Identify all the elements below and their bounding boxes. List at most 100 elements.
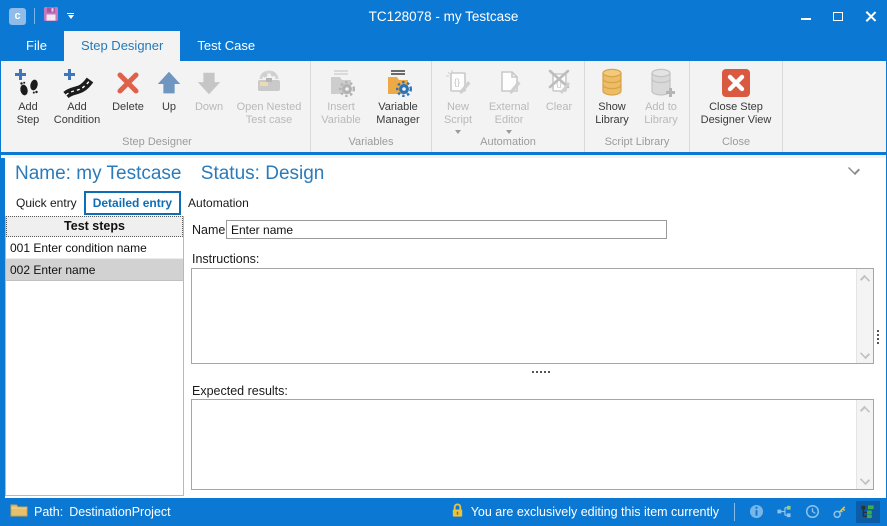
- ribbon-group-label: Script Library: [588, 135, 686, 152]
- add-condition-button[interactable]: Add Condition: [49, 62, 105, 135]
- external-editor-page-icon: [493, 65, 525, 101]
- show-library-button[interactable]: Show Library: [588, 62, 636, 135]
- name-label: Name:: [15, 163, 71, 184]
- down-button[interactable]: Down: [187, 62, 231, 135]
- application-window: c TC128078 - my Testcase File Step Desig…: [0, 0, 887, 526]
- maximize-icon[interactable]: [822, 1, 854, 31]
- status-label: Status:: [201, 163, 260, 184]
- ribbon-tab-bar: File Step Designer Test Case: [1, 31, 886, 61]
- ribbon-group-label: Automation: [435, 135, 581, 152]
- vertical-splitter-handle[interactable]: [874, 318, 882, 344]
- test-steps-panel: Test steps 001 Enter condition name 002 …: [5, 216, 184, 496]
- history-icon[interactable]: [800, 501, 824, 523]
- add-to-library-button[interactable]: Add to Library: [636, 62, 686, 135]
- insert-variable-button[interactable]: Insert Variable: [314, 62, 368, 135]
- ribbon-group-label: Close: [693, 135, 779, 152]
- quick-access-toolbar: c: [1, 6, 74, 27]
- edit-lock-message: You are exclusively editing this item cu…: [450, 502, 719, 521]
- scrollbar[interactable]: [856, 400, 873, 489]
- instructions-textarea[interactable]: [192, 269, 873, 363]
- tab-detailed-entry[interactable]: Detailed entry: [84, 191, 181, 215]
- scroll-up-icon[interactable]: [861, 274, 869, 282]
- expected-results-label: Expected results:: [192, 384, 288, 398]
- test-step-row[interactable]: 001 Enter condition name: [6, 237, 183, 259]
- chevron-down-icon[interactable]: [67, 13, 74, 20]
- ribbon-group-label: Step Designer: [7, 135, 307, 152]
- separator: [734, 503, 735, 521]
- window-title: TC128078 - my Testcase: [1, 9, 886, 24]
- clear-button[interactable]: {} Clear: [537, 62, 581, 135]
- arrow-up-icon: [154, 65, 184, 101]
- open-nested-testcase-button[interactable]: Open Nested Test case: [231, 62, 307, 135]
- step-name-input[interactable]: [226, 220, 667, 239]
- close-view-red-x-icon: [720, 65, 752, 101]
- hierarchy-icon[interactable]: [772, 501, 796, 523]
- insert-variable-folder-icon: [325, 65, 357, 101]
- name-value: my Testcase: [76, 163, 181, 184]
- dropdown-arrow-icon: [455, 130, 461, 134]
- window-controls: [790, 1, 886, 31]
- scroll-down-icon[interactable]: [861, 350, 869, 358]
- add-step-footprints-icon: [12, 65, 44, 101]
- delete-x-icon: [113, 65, 143, 101]
- ribbon: Add Step Add Condition: [1, 61, 886, 155]
- ribbon-group-script-library: Show Library Add to Library Script Libra…: [585, 61, 690, 152]
- add-to-library-database-icon: [645, 65, 677, 101]
- dropdown-arrow-icon: [506, 130, 512, 134]
- path-label: Path:: [34, 505, 63, 519]
- tab-test-case[interactable]: Test Case: [180, 31, 272, 61]
- app-icon[interactable]: c: [9, 8, 26, 25]
- ribbon-group-variables: Insert Variable Variable Manager: [311, 61, 432, 152]
- folder-icon: [10, 503, 28, 520]
- lock-message-text: You are exclusively editing this item cu…: [471, 505, 719, 519]
- test-step-row-selected[interactable]: 002 Enter name: [6, 259, 183, 281]
- close-icon[interactable]: [854, 1, 886, 31]
- tab-file[interactable]: File: [9, 31, 64, 61]
- add-step-button[interactable]: Add Step: [7, 62, 49, 135]
- close-step-designer-view-button[interactable]: Close Step Designer View: [693, 62, 779, 135]
- status-bar: Path: DestinationProject You are exclusi…: [1, 498, 886, 525]
- ribbon-group-close: Close Step Designer View Close: [690, 61, 783, 152]
- svg-text:{}: {}: [454, 77, 460, 87]
- expected-results-textbox: [191, 399, 874, 490]
- separator: [34, 8, 35, 24]
- add-condition-road-icon: [60, 65, 94, 101]
- save-floppy-icon[interactable]: [43, 6, 59, 27]
- status-value: Design: [265, 163, 324, 184]
- info-icon[interactable]: [744, 501, 768, 523]
- step-name-label: Name:: [192, 223, 229, 237]
- variable-manager-folder-gear-icon: [382, 65, 414, 101]
- open-nested-testcase-icon: [252, 65, 286, 101]
- title-bar: c TC128078 - my Testcase: [1, 1, 886, 31]
- delete-button[interactable]: Delete: [105, 62, 151, 135]
- path-section: Path: DestinationProject: [1, 503, 171, 520]
- step-designer-content: Name: my Testcase Status: Design Quick e…: [1, 158, 886, 498]
- instructions-textbox: [191, 268, 874, 364]
- expected-results-textarea[interactable]: [192, 400, 873, 489]
- scroll-up-icon[interactable]: [861, 405, 869, 413]
- status-right-section: You are exclusively editing this item cu…: [450, 498, 880, 525]
- scroll-down-icon[interactable]: [861, 476, 869, 484]
- scrollbar[interactable]: [856, 269, 873, 363]
- instructions-label: Instructions:: [192, 252, 259, 266]
- up-button[interactable]: Up: [151, 62, 187, 135]
- variable-manager-button[interactable]: Variable Manager: [368, 62, 428, 135]
- external-editor-button[interactable]: External Editor: [481, 62, 537, 135]
- ribbon-group-step-designer: Add Step Add Condition: [4, 61, 311, 152]
- tab-automation[interactable]: Automation: [181, 193, 256, 213]
- chevron-down-icon[interactable]: [848, 162, 860, 174]
- view-tab-strip: Quick entry Detailed entry Automation: [9, 191, 256, 215]
- clear-script-page-icon: {}: [543, 65, 575, 101]
- new-script-page-icon: {}: [442, 65, 474, 101]
- horizontal-splitter-handle[interactable]: [191, 367, 874, 376]
- new-script-button[interactable]: {} New Script: [435, 62, 481, 135]
- test-steps-header: Test steps: [6, 216, 183, 237]
- structure-view-icon[interactable]: [856, 501, 880, 523]
- minimize-icon[interactable]: [790, 1, 822, 31]
- lock-icon: [450, 502, 465, 521]
- tab-quick-entry[interactable]: Quick entry: [9, 193, 84, 213]
- page-title: Name: my Testcase Status: Design: [15, 163, 324, 185]
- show-library-database-icon: [596, 65, 628, 101]
- key-icon[interactable]: [828, 501, 852, 523]
- tab-step-designer[interactable]: Step Designer: [64, 31, 180, 61]
